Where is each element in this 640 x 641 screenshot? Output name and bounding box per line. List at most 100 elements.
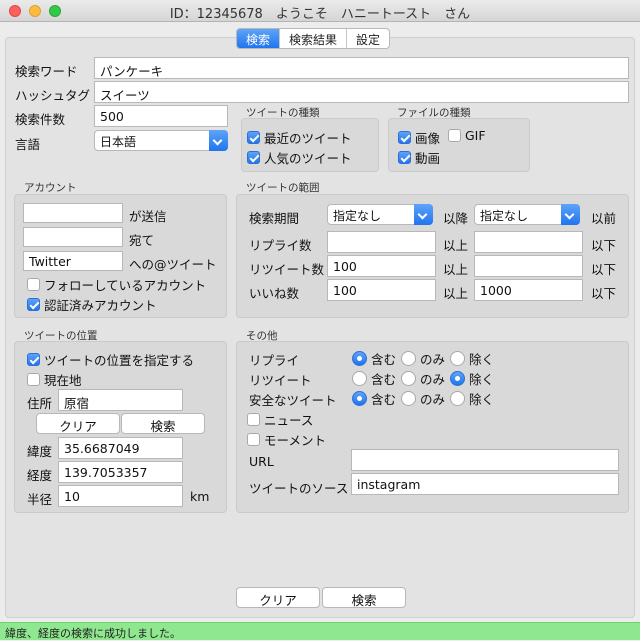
reply-exclude-label: 除く [469, 352, 495, 367]
verified-label: 認証済みアカウント [44, 298, 157, 313]
radius-input[interactable]: 10 [58, 485, 183, 507]
chevron-down-icon [414, 204, 433, 225]
url-label: URL [249, 454, 274, 469]
verified-checkbox[interactable]: 認証済みアカウント [27, 295, 157, 314]
current-location-checkbox[interactable]: 現在地 [27, 370, 82, 389]
safe-include-label: 含む [371, 392, 397, 407]
safe-exclude-label: 除く [469, 392, 495, 407]
safe-exclude-radio[interactable]: 除く [450, 389, 494, 408]
period-to-select[interactable]: 指定なし [474, 204, 580, 225]
popular-tweets-label: 人気のツイート [264, 151, 352, 166]
hashtag-input[interactable]: スイーツ [94, 81, 629, 103]
retweet-include-label: 含む [371, 372, 397, 387]
replies-max-input[interactable] [474, 231, 583, 253]
replies-label: リプライ数 [249, 238, 312, 253]
period-from-value: 指定なし [333, 209, 382, 223]
retweets-above-label: 以上 [443, 262, 469, 277]
source-input[interactable]: instagram [351, 473, 619, 495]
tweet-range-title: ツイートの範囲 [246, 182, 320, 194]
tab-results[interactable]: 検索結果 [280, 29, 348, 48]
radio-unselected-icon [352, 371, 367, 386]
retweet-include-radio[interactable]: 含む [352, 369, 396, 388]
likes-above-label: 以上 [443, 286, 469, 301]
location-clear-button[interactable]: クリア [36, 413, 120, 434]
radio-unselected-icon [401, 391, 416, 406]
replies-min-input[interactable] [327, 231, 436, 253]
keyword-label: 検索ワード [15, 64, 78, 79]
likes-max-input[interactable]: 1000 [474, 279, 583, 301]
reply-only-radio[interactable]: のみ [401, 349, 445, 368]
retweets-label: リツイート数 [249, 262, 325, 277]
specify-location-checkbox[interactable]: ツイートの位置を指定する [27, 350, 194, 369]
moment-checkbox[interactable]: モーメント [247, 430, 326, 449]
mention-input[interactable]: Twitter [23, 251, 123, 271]
latitude-input[interactable]: 35.6687049 [58, 437, 183, 459]
retweets-max-input[interactable] [474, 255, 583, 277]
popular-tweets-checkbox[interactable]: 人気のツイート [247, 148, 352, 167]
status-text: 緯度、経度の検索に成功しました。 [5, 627, 181, 640]
source-label: ツイートのソース [249, 481, 349, 496]
likes-min-input[interactable]: 100 [327, 279, 436, 301]
video-checkbox[interactable]: 動画 [398, 148, 440, 167]
retweet-exclude-radio[interactable]: 除く [450, 369, 494, 388]
address-input[interactable]: 原宿 [58, 389, 183, 411]
count-label: 検索件数 [15, 112, 66, 127]
language-select[interactable]: 日本語 [94, 130, 228, 151]
reply-filter-label: リプライ [249, 353, 300, 368]
account-title: アカウント [24, 182, 77, 194]
retweet-only-label: のみ [420, 372, 446, 387]
checkbox-checked-icon [247, 151, 260, 164]
reply-only-label: のみ [420, 352, 446, 367]
sender-label: が送信 [129, 209, 167, 224]
chevron-down-icon [561, 204, 580, 225]
checkbox-unchecked-icon [448, 129, 461, 142]
radius-unit: km [190, 489, 210, 504]
recent-tweets-checkbox[interactable]: 最近のツイート [247, 128, 352, 147]
retweet-only-radio[interactable]: のみ [401, 369, 445, 388]
radio-unselected-icon [450, 391, 465, 406]
recipient-input[interactable] [23, 227, 123, 247]
following-checkbox[interactable]: フォローしているアカウント [27, 275, 206, 294]
checkbox-unchecked-icon [247, 433, 260, 446]
checkbox-checked-icon [398, 151, 411, 164]
safe-only-radio[interactable]: のみ [401, 389, 445, 408]
tab-search[interactable]: 検索 [237, 29, 281, 48]
longitude-input[interactable]: 139.7053357 [58, 461, 183, 483]
gif-checkbox[interactable]: GIF [448, 128, 486, 143]
language-label: 言語 [15, 137, 41, 152]
latitude-label: 緯度 [27, 444, 53, 459]
retweets-min-input[interactable]: 100 [327, 255, 436, 277]
retweet-filter-label: リツイート [249, 373, 312, 388]
period-from-select[interactable]: 指定なし [327, 204, 433, 225]
location-search-button[interactable]: 検索 [121, 413, 205, 434]
keyword-input[interactable]: パンケーキ [94, 57, 629, 79]
reply-exclude-radio[interactable]: 除く [450, 349, 494, 368]
reply-include-radio[interactable]: 含む [352, 349, 396, 368]
url-input[interactable] [351, 449, 619, 471]
tab-settings[interactable]: 設定 [347, 29, 389, 48]
safe-include-radio[interactable]: 含む [352, 389, 396, 408]
search-button[interactable]: 検索 [322, 587, 406, 608]
following-label: フォローしているアカウント [44, 278, 207, 293]
status-bar: 緯度、経度の検索に成功しました。 [0, 622, 640, 640]
count-input[interactable]: 500 [94, 105, 228, 127]
moment-label: モーメント [264, 433, 327, 448]
gif-label: GIF [465, 128, 486, 143]
sender-input[interactable] [23, 203, 123, 223]
address-label: 住所 [27, 396, 53, 411]
checkbox-unchecked-icon [247, 413, 260, 426]
longitude-label: 経度 [27, 468, 53, 483]
reply-include-label: 含む [371, 352, 397, 367]
after-label: 以降 [443, 211, 469, 226]
language-select-value: 日本語 [100, 135, 137, 149]
replies-above-label: 以上 [443, 238, 469, 253]
clear-button[interactable]: クリア [236, 587, 320, 608]
recipient-label: 宛て [129, 233, 155, 248]
checkbox-unchecked-icon [27, 278, 40, 291]
mention-label: への@ツイート [129, 257, 217, 272]
title-bar: ID：12345678 ようこそ ハニートースト さん [0, 0, 640, 22]
image-checkbox[interactable]: 画像 [398, 128, 440, 147]
news-checkbox[interactable]: ニュース [247, 410, 313, 429]
radio-unselected-icon [450, 351, 465, 366]
safe-only-label: のみ [420, 392, 446, 407]
